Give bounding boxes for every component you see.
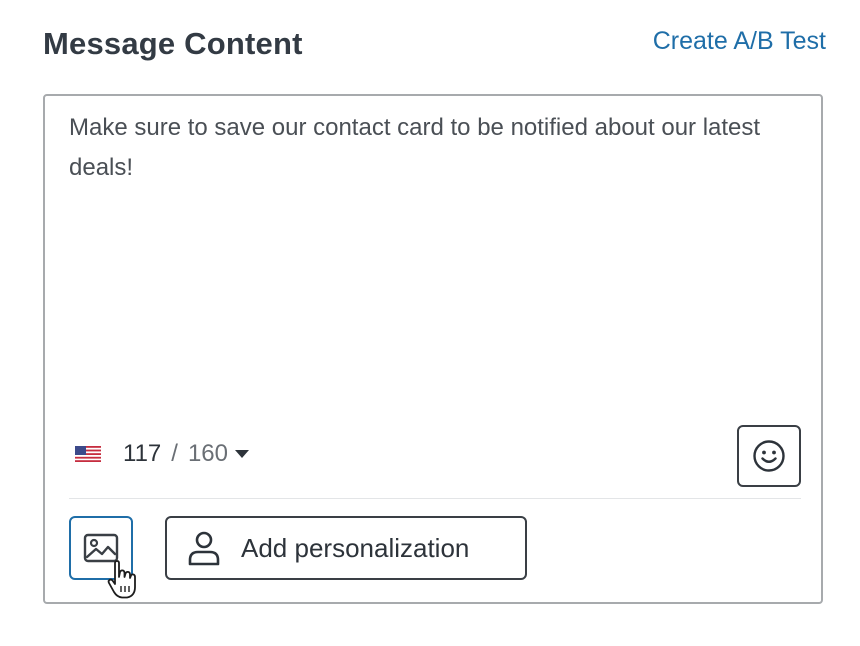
- person-icon: [188, 531, 220, 566]
- create-ab-test-link[interactable]: Create A/B Test: [653, 27, 826, 56]
- message-editor[interactable]: Make sure to save our contact card to be…: [43, 94, 823, 604]
- image-icon: [83, 533, 119, 563]
- section-title: Message Content: [43, 26, 303, 61]
- smiley-icon: [753, 440, 785, 472]
- character-count-current: 117: [123, 440, 162, 467]
- message-content-header: Message Content Create A/B Test: [43, 22, 826, 68]
- add-personalization-button[interactable]: Add personalization: [165, 516, 527, 580]
- character-counter-dropdown[interactable]: 117 / 160: [75, 432, 249, 476]
- us-flag-icon: [75, 446, 101, 462]
- hand-pointer-cursor-icon: [107, 560, 136, 599]
- editor-divider: [69, 498, 801, 499]
- add-personalization-label: Add personalization: [241, 532, 470, 563]
- character-count-max: 160: [187, 440, 228, 467]
- character-count-separator: /: [171, 440, 178, 467]
- message-textarea[interactable]: Make sure to save our contact card to be…: [69, 108, 799, 188]
- chevron-down-icon: [234, 450, 249, 458]
- emoji-button[interactable]: [737, 425, 801, 487]
